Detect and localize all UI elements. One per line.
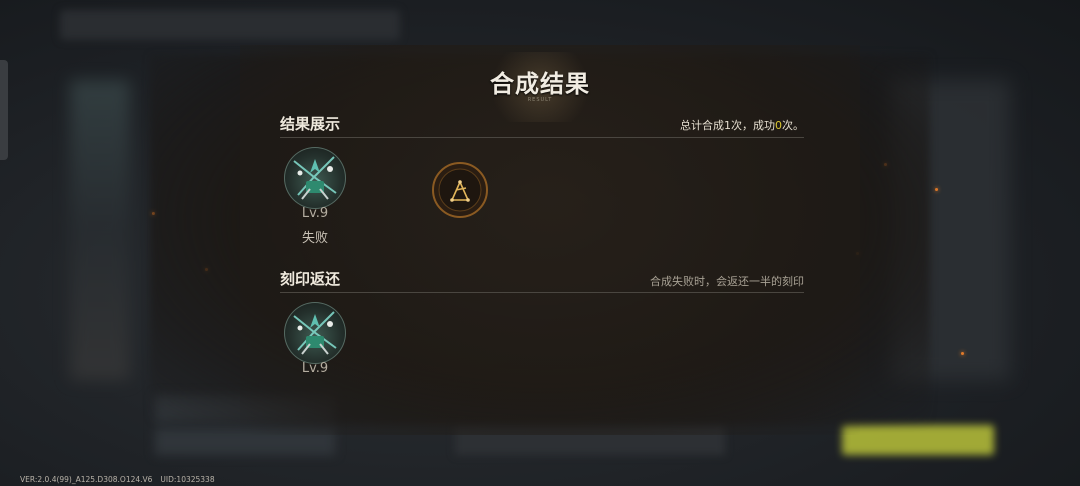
uid-text: UID:10325338 [160,475,215,484]
summary-success-count: 0 [775,119,782,132]
item-level: Lv.9 [301,206,329,221]
result-section-label: 结果展示 [280,115,341,133]
side-tab [0,60,8,160]
item-level: Lv.9 [301,361,329,376]
result-item[interactable]: Lv.9 失败 [280,147,350,246]
dialog-subtitle: RESULT [527,97,553,103]
version-footer: VER:2.0.4(99)_A125.D308.O124.V6 UID:10325… [20,475,223,484]
result-section-header: 结果展示 总计合成1次，成功0次。 [280,113,804,138]
item-engraving-icon [284,147,346,209]
return-section-header: 刻印返还 合成失败时，会返还一半的刻印 [280,268,804,293]
version-text: VER:2.0.4(99)_A125.D308.O124.V6 [20,475,153,484]
blurred-left-column [70,80,130,380]
item-status: 失败 [301,231,328,246]
blurred-top-tabs [60,10,400,40]
ember [935,188,938,191]
dialog-header: 合成结果 RESULT [440,52,640,122]
summary-prefix: 总计合成1次，成功 [680,119,775,132]
result-summary: 总计合成1次，成功0次。 [680,117,804,133]
rune-symbol-icon [430,160,490,220]
item-engraving-icon [284,302,346,364]
ember [961,352,964,355]
blurred-confirm-button [842,425,994,455]
summary-suffix: 次。 [782,119,804,132]
return-section-hint: 合成失败时，会返还一半的刻印 [650,275,804,288]
dialog-title: 合成结果 [490,69,590,98]
returned-item[interactable]: Lv.9 [280,302,350,376]
return-section-label: 刻印返还 [280,270,341,288]
